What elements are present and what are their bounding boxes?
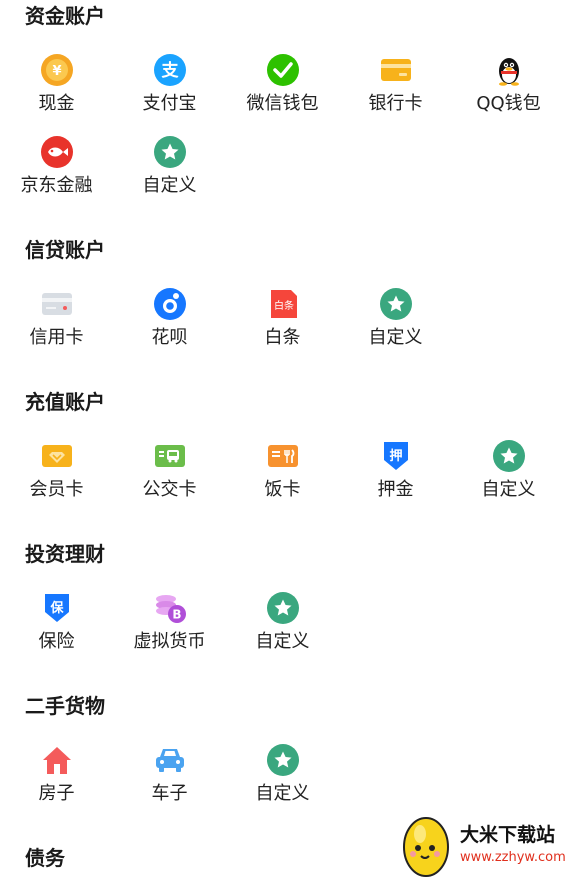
account-label: 现金 — [38, 93, 75, 114]
account-label: 自定义 — [142, 175, 197, 196]
wechat-icon — [267, 54, 299, 86]
account-label: 保险 — [38, 631, 75, 652]
insurance-icon: 保 — [45, 594, 69, 622]
account-label: QQ钱包 — [476, 93, 541, 114]
qq-penguin-icon — [499, 58, 519, 86]
account-item-alipay[interactable]: 支 支付宝 — [113, 54, 226, 138]
account-label: 自定义 — [481, 479, 536, 500]
section-title-recharge: 充值账户 — [25, 390, 105, 414]
star-icon — [380, 288, 412, 320]
bus-card-icon — [155, 445, 185, 467]
svg-text:押: 押 — [389, 448, 402, 464]
account-label: 信用卡 — [29, 327, 84, 348]
watermark: 大米下载站 www.zzhyw.com — [400, 812, 565, 879]
watermark-url: www.zzhyw.com — [460, 850, 565, 865]
member-card-icon — [42, 445, 72, 467]
account-label: 京东金融 — [20, 175, 93, 196]
recharge-account-grid: 会员卡 公交卡 饭卡 押 押金 自定义 — [0, 440, 565, 524]
section-title-funds: 资金账户 — [25, 4, 105, 28]
coin-icon: ¥ — [41, 54, 73, 86]
account-label: 自定义 — [368, 327, 423, 348]
watermark-title: 大米下载站 — [460, 824, 556, 846]
account-label: 自定义 — [255, 631, 310, 652]
account-label: 微信钱包 — [246, 93, 319, 114]
account-label: 白条 — [264, 327, 301, 348]
svg-text:B: B — [172, 608, 181, 622]
account-label: 银行卡 — [368, 93, 423, 114]
star-icon — [267, 744, 299, 776]
alipay-icon: 支 — [154, 54, 186, 86]
account-item-house[interactable]: 房子 — [0, 744, 113, 828]
house-icon — [43, 747, 71, 774]
deposit-icon: 押 — [384, 442, 408, 470]
section-title-investment: 投资理财 — [25, 542, 105, 566]
svg-text:支: 支 — [162, 60, 180, 81]
credit-card-icon — [42, 293, 72, 315]
account-item-custom[interactable]: 自定义 — [339, 288, 452, 372]
svg-text:白条: 白条 — [274, 299, 294, 312]
account-label: 饭卡 — [264, 479, 301, 500]
account-item-wechat-wallet[interactable]: 微信钱包 — [226, 54, 339, 138]
star-icon — [154, 136, 186, 168]
account-item-virtual-currency[interactable]: B 虚拟货币 — [113, 592, 226, 676]
account-item-deposit[interactable]: 押 押金 — [339, 440, 452, 524]
car-icon — [156, 749, 184, 772]
account-label: 花呗 — [151, 327, 188, 348]
account-item-bus-card[interactable]: 公交卡 — [113, 440, 226, 524]
account-label: 虚拟货币 — [133, 631, 206, 652]
account-label: 自定义 — [255, 783, 310, 804]
account-label: 会员卡 — [29, 479, 84, 500]
account-item-huabei[interactable]: 花呗 — [113, 288, 226, 372]
svg-text:¥: ¥ — [52, 64, 61, 79]
credit-account-grid: 信用卡 花呗 白条 白条 自定义 — [0, 288, 565, 372]
account-item-bank-card[interactable]: 银行卡 — [339, 54, 452, 138]
funds-account-grid: ¥ 现金 支 支付宝 微信钱包 银行卡 QQ钱包 — [0, 54, 565, 138]
account-label: 车子 — [151, 783, 188, 804]
account-item-cash[interactable]: ¥ 现金 — [0, 54, 113, 138]
section-title-second-hand: 二手货物 — [25, 694, 105, 718]
bank-card-icon — [381, 59, 411, 81]
jd-fish-icon — [41, 136, 73, 168]
crypto-coins-icon: B — [156, 595, 186, 623]
funds-account-grid-row2: 京东金融 自定义 — [0, 136, 565, 220]
meal-card-icon — [268, 445, 298, 467]
account-item-member-card[interactable]: 会员卡 — [0, 440, 113, 524]
star-icon — [267, 592, 299, 624]
account-item-meal-card[interactable]: 饭卡 — [226, 440, 339, 524]
star-icon — [493, 440, 525, 472]
section-title-credit: 信贷账户 — [25, 238, 105, 262]
baitiao-icon: 白条 — [271, 290, 297, 318]
account-item-car[interactable]: 车子 — [113, 744, 226, 828]
investment-account-grid: 保 保险 B 虚拟货币 自定义 — [0, 592, 565, 676]
account-item-custom[interactable]: 自定义 — [452, 440, 565, 524]
account-item-credit-card[interactable]: 信用卡 — [0, 288, 113, 372]
account-label: 支付宝 — [142, 93, 197, 114]
account-item-custom[interactable]: 自定义 — [226, 744, 339, 828]
account-label: 房子 — [38, 783, 75, 804]
account-item-insurance[interactable]: 保 保险 — [0, 592, 113, 676]
account-item-baitiao[interactable]: 白条 白条 — [226, 288, 339, 372]
rice-mascot-icon — [403, 817, 449, 877]
account-item-jd-finance[interactable]: 京东金融 — [0, 136, 113, 220]
account-item-custom[interactable]: 自定义 — [113, 136, 226, 220]
section-title-debt: 债务 — [25, 846, 65, 870]
svg-text:保: 保 — [49, 600, 64, 616]
account-label: 公交卡 — [142, 479, 197, 500]
account-item-qq-wallet[interactable]: QQ钱包 — [452, 54, 565, 138]
account-item-custom[interactable]: 自定义 — [226, 592, 339, 676]
account-label: 押金 — [377, 479, 414, 500]
huabei-icon — [154, 288, 186, 320]
